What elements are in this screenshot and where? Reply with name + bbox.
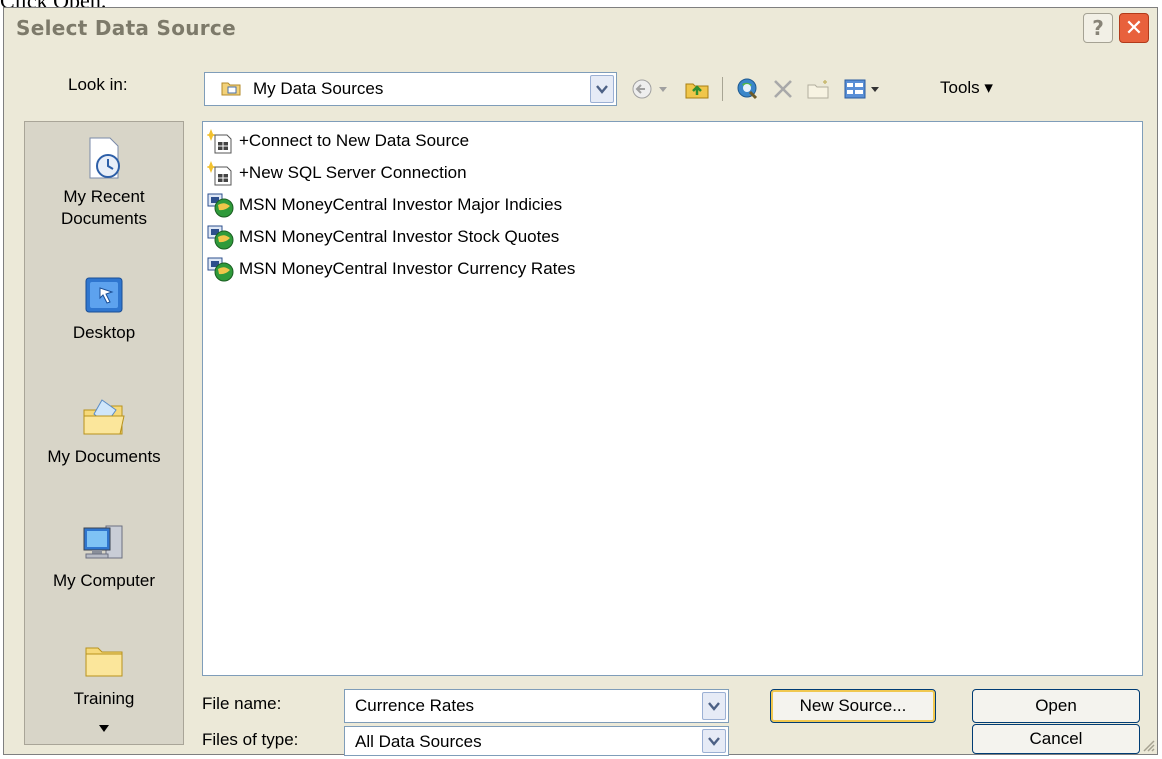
select-data-source-dialog: Select Data Source ? ✕ Look in: My Data … (3, 7, 1158, 756)
my-computer-icon (83, 525, 123, 559)
file-name: MSN MoneyCentral Investor Major Indicies (239, 195, 563, 214)
scroll-down-icon[interactable] (96, 720, 112, 736)
tools-menu[interactable]: Tools ▾ (940, 78, 993, 98)
file-name: +New SQL Server Connection (239, 163, 467, 182)
place-label: My Computer (52, 571, 156, 590)
place-desktop[interactable]: Desktop (25, 270, 183, 344)
list-item[interactable]: MSN MoneyCentral Investor Stock Quotes (207, 222, 559, 252)
list-item[interactable]: MSN MoneyCentral Investor Major Indicies (207, 190, 562, 220)
file-name: MSN MoneyCentral Investor Currency Rates (239, 259, 576, 278)
chevron-down-icon[interactable] (702, 729, 726, 753)
place-my-computer[interactable]: My Computer (25, 518, 183, 592)
web-query-icon (207, 257, 234, 282)
cancel-button[interactable]: Cancel (972, 724, 1140, 754)
open-button[interactable]: Open (972, 689, 1140, 723)
close-button[interactable]: ✕ (1119, 13, 1149, 43)
chevron-down-icon[interactable] (590, 75, 614, 103)
place-label: My Documents (47, 447, 161, 466)
files-of-type-label: Files of type: (202, 730, 299, 749)
file-name-label: File name: (202, 694, 282, 713)
my-documents-icon (83, 399, 125, 435)
web-query-icon (207, 225, 234, 250)
data-sources-folder-icon (221, 82, 241, 96)
desktop-icon (85, 277, 123, 313)
new-folder-icon[interactable] (804, 76, 834, 102)
file-name-field[interactable]: Currence Rates (344, 689, 729, 723)
place-training[interactable]: Training (25, 636, 183, 710)
new-source-button[interactable]: New Source... (770, 689, 936, 723)
help-button[interactable]: ? (1083, 13, 1113, 43)
place-my-documents[interactable]: My Documents (25, 394, 183, 468)
new-connection-icon (207, 161, 232, 186)
list-item[interactable]: MSN MoneyCentral Investor Currency Rates (207, 254, 575, 284)
files-of-type-dropdown[interactable]: All Data Sources (344, 726, 729, 756)
folder-icon (85, 647, 123, 677)
look-in-value: My Data Sources (253, 79, 384, 98)
resize-grip-icon[interactable] (1139, 736, 1155, 752)
title-bar[interactable]: Select Data Source ? ✕ (4, 8, 1157, 48)
toolbar-separator (720, 76, 724, 102)
chevron-down-icon[interactable] (702, 692, 726, 720)
places-bar: My Recent Documents Desktop My Documents (24, 121, 184, 745)
file-list[interactable]: +Connect to New Data Source +New SQL Ser… (202, 121, 1143, 676)
recent-documents-icon (89, 137, 120, 179)
list-item[interactable]: +New SQL Server Connection (207, 158, 467, 188)
place-my-recent-documents[interactable]: My Recent Documents (25, 134, 183, 230)
new-connection-icon (207, 129, 232, 154)
look-in-label: Look in: (68, 75, 128, 94)
files-of-type-value: All Data Sources (355, 732, 482, 751)
look-in-dropdown[interactable]: My Data Sources (204, 72, 617, 106)
place-label: Desktop (72, 323, 136, 342)
dialog-title: Select Data Source (16, 16, 236, 40)
web-query-icon (207, 193, 234, 218)
list-item[interactable]: +Connect to New Data Source (207, 126, 469, 156)
up-folder-icon[interactable] (682, 76, 712, 102)
search-web-icon[interactable] (732, 76, 762, 102)
file-name-value: Currence Rates (355, 696, 475, 715)
file-name: MSN MoneyCentral Investor Stock Quotes (239, 227, 560, 246)
delete-icon[interactable] (769, 76, 797, 102)
back-icon[interactable] (630, 76, 676, 102)
place-label: My Recent Documents (61, 187, 147, 228)
file-name: +Connect to New Data Source (239, 131, 470, 150)
views-icon[interactable] (842, 76, 892, 102)
place-label: Training (73, 689, 135, 708)
